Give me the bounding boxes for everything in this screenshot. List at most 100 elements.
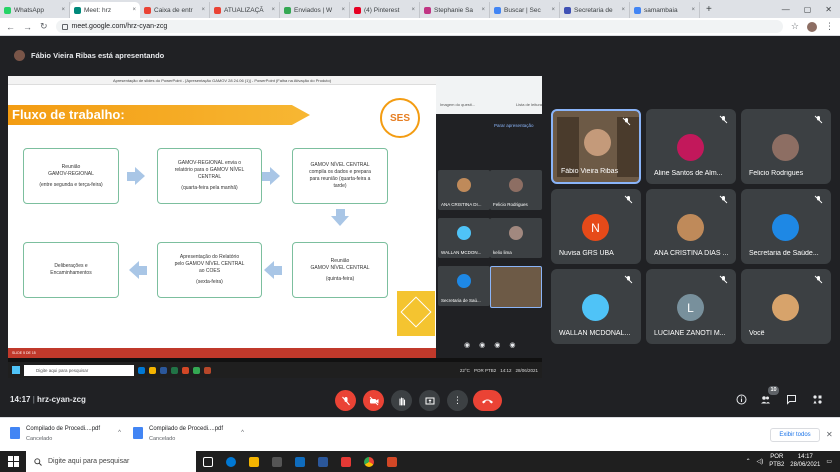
taskbar-chrome[interactable] [357,451,380,472]
present-button[interactable] [419,390,440,411]
volume-icon[interactable]: ◁) [757,458,764,465]
flow-box-line: Deliberações e [54,263,88,269]
tab-close-icon[interactable]: × [481,7,485,13]
new-tab-button[interactable]: + [700,2,718,18]
network-icon[interactable]: ⌃ [746,458,751,465]
menu-icon[interactable]: ⋮ [825,21,834,32]
raise-hand-button[interactable] [391,390,412,411]
tab-favicon [4,6,11,14]
flow-box-line: GAMOV NÍVEL CENTRAL [310,162,370,168]
inner-windows-icon [12,366,20,374]
participant-tile[interactable]: Você [741,269,831,344]
flow-box-line: GAMOV NÍVEL CENTRAL [310,264,370,271]
url-field[interactable]: meet.google.com/hrz-cyan-zcg [55,20,783,33]
taskbar-mail[interactable] [288,451,311,472]
language-indicator[interactable]: POR PTB2 [769,454,784,468]
participant-name: Aline Santos de Alm... [654,170,723,177]
browser-tab[interactable]: Stephanie Sa × [420,2,490,18]
profile-avatar[interactable] [807,21,817,32]
participant-tile[interactable]: Fábio Vieira Ribas [551,109,641,184]
participant-tile[interactable]: N Nuvisa GRS UBÁ [551,189,641,264]
participant-tile[interactable]: Aline Santos de Alm... [646,109,736,184]
camera-off-button[interactable] [363,390,384,411]
star-icon[interactable]: ☆ [791,21,799,32]
reload-icon[interactable]: ↻ [40,21,48,32]
people-icon[interactable] [760,394,771,405]
download-item[interactable]: Compilado de Procedi....pdf Cancelado ^ [133,424,248,446]
browser-tab[interactable]: Meet: hrz × [70,2,140,18]
taskbar-word[interactable] [311,451,334,472]
browser-tab[interactable]: ATUALIZAÇÃ × [210,2,280,18]
participant-tile[interactable]: ANA CRISTINA DIAS ... [646,189,736,264]
show-all-downloads-button[interactable]: Exibir todos [770,428,820,442]
participant-tile[interactable]: WALLAN MCDONAL... [551,269,641,344]
browser-tab[interactable]: Enviados | W × [280,2,350,18]
lang-text: POR [770,454,784,461]
chat-icon[interactable] [786,394,797,405]
tab-close-icon[interactable]: × [691,7,695,13]
inner-meet-window: Imagem do questi... Lista de leitura Par… [436,76,542,358]
inner-mini-tile: Felicio Rodrigues [490,170,542,210]
taskbar-acrobat[interactable] [334,451,357,472]
taskbar-edge[interactable] [219,451,242,472]
ppt-status-bar: SLIDE 5 DE 15 [8,348,436,358]
participant-name: Fábio Vieira Ribas [561,168,619,175]
tab-close-icon[interactable]: × [61,7,65,13]
presenter-banner: Fábio Vieira Ribas está apresentando [0,45,840,65]
windows-taskbar: Digite aqui para pesquisar ⌃ ◁) POR PTB2 … [0,451,840,472]
leave-call-button[interactable] [473,390,502,411]
back-icon[interactable]: ← [6,22,15,32]
chevron-up-icon[interactable]: ^ [118,430,121,436]
minimize-icon[interactable]: — [782,5,790,14]
download-item[interactable]: Compilado de Procedi....pdf Cancelado ^ [10,424,125,446]
flow-box-3: GAMOV NÍVEL CENTRAL compila os dados e pr… [292,148,388,204]
close-icon[interactable]: ✕ [826,430,833,439]
maximize-icon[interactable]: ▢ [804,5,812,14]
camera-off-icon [369,396,378,405]
lock-icon [61,23,68,30]
arrow-stem [274,266,282,275]
chevron-up-icon[interactable]: ^ [241,430,244,436]
tab-close-icon[interactable]: × [621,7,625,13]
meeting-time: 14:17 [10,395,31,404]
task-view-button[interactable] [196,451,219,472]
arrow-stem [139,266,147,275]
participant-count-badge: 10 [768,386,779,395]
participant-tile[interactable]: Felicio Rodrigues [741,109,831,184]
windows-start-button[interactable] [0,451,26,472]
tab-close-icon[interactable]: × [201,7,205,13]
info-icon[interactable] [736,394,747,405]
mic-off-button[interactable] [335,390,356,411]
browser-tab[interactable]: (4) Pinterest × [350,2,420,18]
mic-muted-icon [624,275,633,284]
browser-tab[interactable]: Caixa de entr × [140,2,210,18]
tab-close-icon[interactable]: × [551,7,555,13]
taskbar-store[interactable] [265,451,288,472]
browser-tab[interactable]: Buscar | Sec × [490,2,560,18]
browser-tab[interactable]: samambaia × [630,2,700,18]
browser-tab[interactable]: Secretaria de × [560,2,630,18]
more-options-button[interactable]: ⋮ [447,390,468,411]
inner-stop-presenting[interactable]: Parar apresentação [494,123,534,128]
chrome-icon [363,456,374,467]
browser-tab[interactable]: WhatsApp × [0,2,70,18]
tab-close-icon[interactable]: × [411,7,415,13]
close-window-icon[interactable]: ✕ [825,5,832,14]
presenter-banner-text: Fábio Vieira Ribas está apresentando [31,50,165,60]
participant-tile[interactable]: Secretaria de Saúde... [741,189,831,264]
tab-close-icon[interactable]: × [271,7,275,13]
taskbar-powerpoint[interactable] [380,451,403,472]
participant-tile[interactable]: L LUCIANE ZANOTI M... [646,269,736,344]
forward-icon[interactable]: → [23,22,32,32]
mini-tile-name: WALLAN MCDON... [441,250,482,255]
notification-icon[interactable]: ▭ [826,458,832,465]
taskbar-search-box[interactable]: Digite aqui para pesquisar [26,451,196,472]
mini-tile-name: Secretaria de Saú... [441,298,481,303]
inner-presenter-tile [490,266,542,308]
activities-icon[interactable] [812,394,823,405]
tab-close-icon[interactable]: × [132,7,136,13]
search-icon [34,457,42,466]
tab-close-icon[interactable]: × [341,7,345,13]
taskbar-explorer[interactable] [242,451,265,472]
taskbar-clock[interactable]: 14:17 28/06/2021 [790,454,820,468]
